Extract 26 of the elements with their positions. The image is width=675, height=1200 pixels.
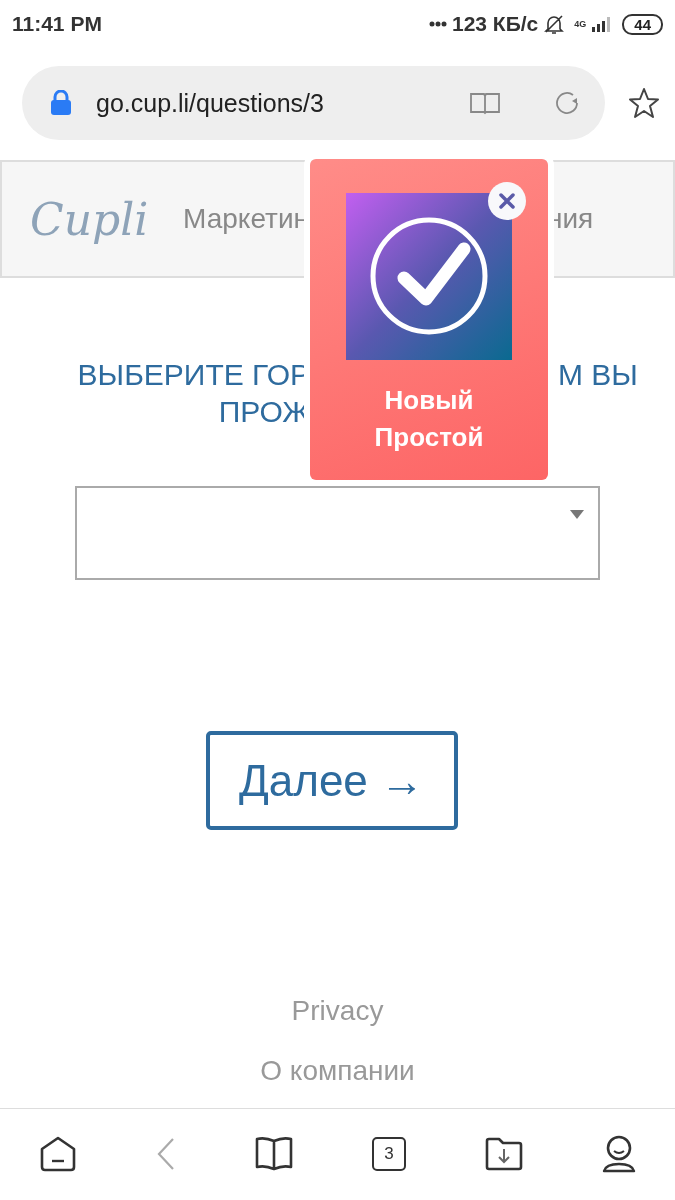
next-button[interactable]: Далее → [205,731,458,830]
profile-icon[interactable] [601,1134,636,1173]
home-icon[interactable] [39,1134,78,1173]
site-tagline: Маркетин [183,203,309,235]
footer-link[interactable]: Privacy [291,992,384,1030]
reload-icon[interactable] [553,89,581,117]
footer-link[interactable]: О компании [260,1052,415,1090]
book-icon[interactable] [255,1135,294,1172]
download-folder-icon[interactable] [484,1136,523,1171]
network-type: 4G [574,19,587,29]
reader-mode-icon[interactable] [469,91,501,115]
popup-title: Новый Простой [373,384,485,454]
question-text: М ВЫ [558,358,638,391]
tabs-button[interactable]: 3 [371,1136,406,1171]
lock-icon [50,90,72,116]
battery-indicator: 44 [622,13,663,35]
more-dots-icon [429,21,447,27]
checkmark-app-icon [346,193,512,360]
close-icon[interactable] [487,181,527,221]
star-icon[interactable] [627,86,661,120]
site-logo[interactable]: Cupli [30,193,154,245]
bell-muted-icon [543,13,566,35]
url-text: go.cup.li/questions/3 [96,88,325,118]
status-time: 11:41 PM [12,12,102,36]
address-bar[interactable]: go.cup.li/questions/3 [22,66,605,140]
network-speed: 123 КБ/с [452,12,539,36]
